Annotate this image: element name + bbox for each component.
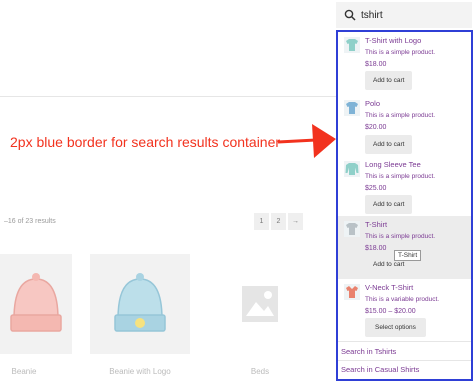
result-count: –16 of 23 results (4, 218, 56, 225)
product-thumb-beds[interactable] (210, 254, 310, 354)
page-divider (0, 96, 336, 97)
add-to-cart-button[interactable]: Add to cart (365, 195, 413, 214)
search-results-container: T-Shirt with Logo This is a simple produ… (336, 30, 473, 381)
result-title[interactable]: V-Neck T-Shirt (365, 283, 413, 292)
result-item[interactable]: Polo This is a simple product. $20.00 Ad… (338, 94, 471, 156)
result-title[interactable]: T-Shirt with Logo (365, 36, 421, 45)
result-description: This is a simple product. (365, 233, 436, 240)
result-title[interactable]: T-Shirt (365, 220, 387, 229)
tshirt-icon (344, 221, 360, 237)
product-label-beds[interactable]: Beds (210, 367, 310, 376)
result-item[interactable]: T-Shirt This is a simple product. $18.00… (338, 216, 471, 279)
page-1-link[interactable]: 1 (254, 213, 269, 230)
polo-icon (344, 100, 360, 116)
result-item[interactable]: V-Neck T-Shirt This is a variable produc… (338, 279, 471, 341)
result-price: $18.00 (365, 61, 387, 68)
add-to-cart-button[interactable]: Add to cart (365, 71, 413, 90)
result-item[interactable]: T-Shirt with Logo This is a simple produ… (338, 32, 471, 94)
result-price: $20.00 (365, 124, 387, 131)
result-price: $18.00 (365, 245, 387, 252)
annotation-arrow-icon (278, 124, 336, 158)
next-page-link[interactable]: → (288, 213, 303, 230)
result-title[interactable]: Polo (365, 99, 380, 108)
annotation-text: 2px blue border for search results conta… (10, 134, 281, 150)
result-item[interactable]: Long Sleeve Tee This is a simple product… (338, 156, 471, 216)
page-2-link[interactable]: 2 (271, 213, 286, 230)
footer-divider (338, 360, 471, 361)
product-label-beanie-with-logo[interactable]: Beanie with Logo (90, 367, 190, 376)
search-in-casual-shirts-link[interactable]: Search in Casual Shirts (341, 365, 419, 374)
beanie-image (10, 273, 62, 332)
product-label-beanie[interactable]: Beanie (0, 367, 74, 376)
product-thumb-beanie-with-logo[interactable] (90, 254, 190, 354)
product-thumb-beanie[interactable] (0, 254, 72, 354)
result-description: This is a simple product. (365, 173, 436, 180)
result-title[interactable]: Long Sleeve Tee (365, 160, 421, 169)
footer-divider (338, 341, 471, 342)
result-description: This is a variable product. (365, 296, 440, 303)
beanie-with-logo-image (114, 273, 166, 332)
result-description: This is a simple product. (365, 49, 436, 56)
select-options-button[interactable]: Select options (365, 318, 426, 337)
result-price: $25.00 (365, 185, 387, 192)
add-to-cart-button[interactable]: Add to cart (365, 135, 413, 154)
placeholder-image-icon (242, 286, 278, 322)
long-sleeve-tee-icon (344, 161, 360, 177)
search-icon[interactable] (344, 9, 356, 21)
tooltip: T-Shirt (394, 250, 422, 261)
v-neck-tshirt-icon (344, 284, 360, 300)
result-description: This is a simple product. (365, 112, 436, 119)
tshirt-icon (344, 37, 360, 53)
result-price: $15.00 – $20.00 (365, 308, 416, 315)
search-box (336, 2, 472, 28)
search-input[interactable] (361, 9, 461, 21)
search-in-tshirts-link[interactable]: Search in Tshirts (341, 347, 396, 356)
pagination: 1 2 → (254, 213, 303, 230)
